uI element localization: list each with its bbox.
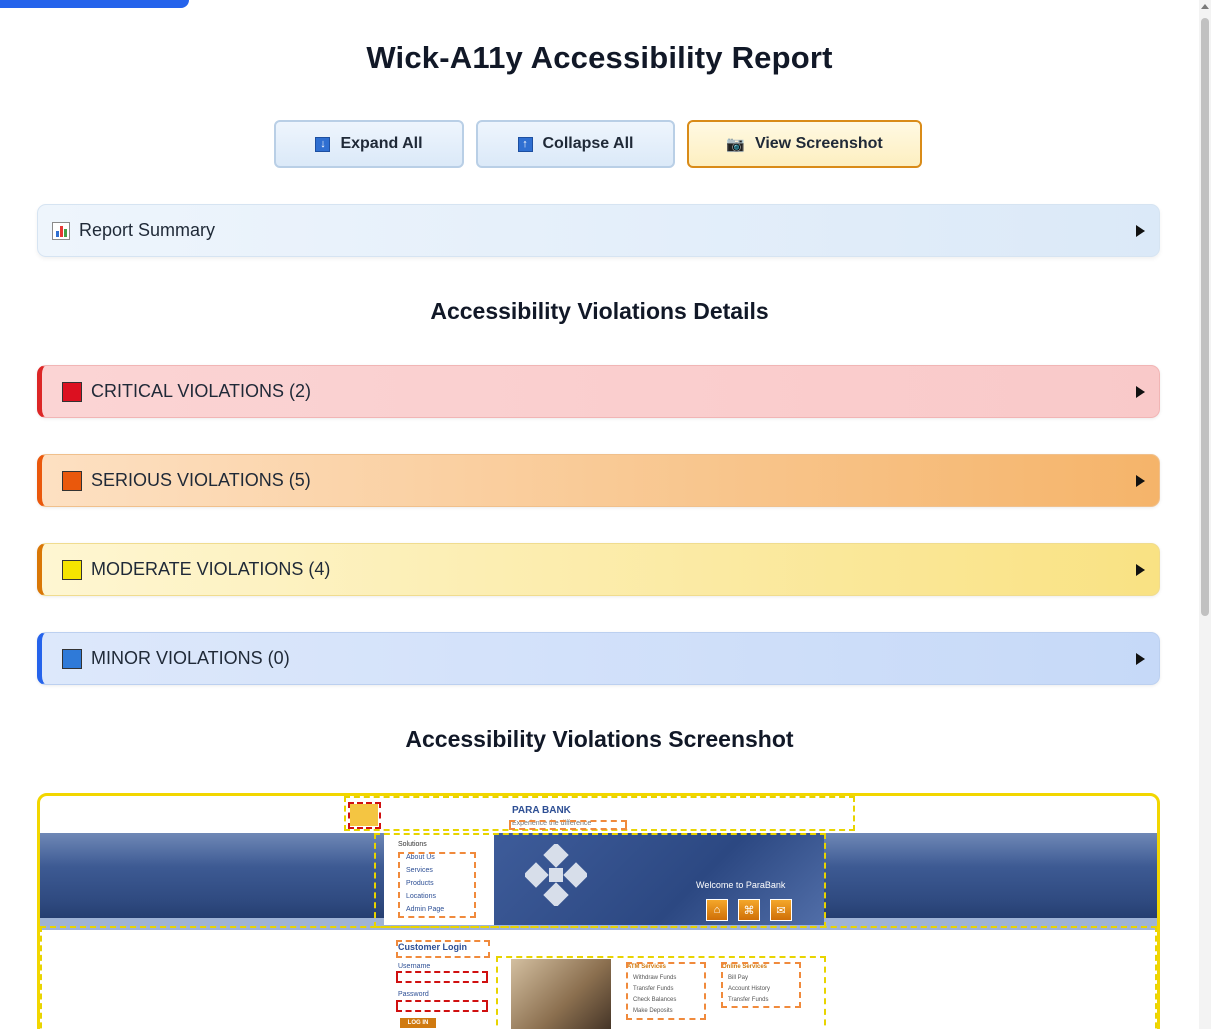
bar-chart-icon	[52, 221, 70, 240]
serious-violations-toggle[interactable]: SERIOUS VIOLATIONS (5)	[37, 454, 1160, 507]
caret-right-icon	[1136, 563, 1145, 576]
moderate-square-icon	[62, 559, 82, 580]
violations-heading: Accessibility Violations Details	[430, 298, 769, 324]
page-title: Wick-A11y Accessibility Report	[366, 40, 833, 75]
serious-violations-label: SERIOUS VIOLATIONS (5)	[91, 470, 311, 490]
arrow-up-icon: ↑	[517, 136, 533, 152]
serious-square-icon	[62, 470, 82, 491]
screenshot-heading: Accessibility Violations Screenshot	[405, 726, 794, 752]
moderate-highlight	[40, 926, 1157, 1029]
view-screenshot-button[interactable]: 📷 View Screenshot	[687, 120, 922, 168]
minor-violations-label: MINOR VIOLATIONS (0)	[91, 648, 290, 668]
scroll-up-icon[interactable]	[1201, 4, 1209, 9]
moderate-violations-label: MODERATE VIOLATIONS (4)	[91, 559, 331, 579]
caret-right-icon	[1136, 652, 1145, 665]
report-summary-label: Report Summary	[79, 220, 216, 240]
bank-name: PARA BANK	[512, 805, 571, 816]
moderate-violations-toggle[interactable]: MODERATE VIOLATIONS (4)	[37, 543, 1160, 596]
caret-right-icon	[1136, 474, 1145, 487]
collapse-all-label: Collapse All	[542, 135, 634, 152]
violations-screenshot: PARA BANK Experience the difference Solu…	[37, 793, 1160, 1029]
arrow-down-icon: ↓	[315, 136, 331, 152]
report-summary-toggle[interactable]: Report Summary	[37, 204, 1160, 257]
caret-right-icon	[1136, 224, 1145, 237]
serious-highlight	[509, 820, 627, 830]
view-screenshot-label: View Screenshot	[754, 135, 883, 152]
minor-violations-toggle[interactable]: MINOR VIOLATIONS (0)	[37, 632, 1160, 685]
critical-square-icon	[62, 381, 82, 402]
caret-right-icon	[1136, 385, 1145, 398]
expand-all-label: Expand All	[340, 135, 423, 152]
camera-icon: 📷	[726, 136, 745, 153]
top-tab[interactable]	[0, 0, 189, 8]
vertical-scrollbar[interactable]	[1199, 0, 1211, 1029]
moderate-highlight	[374, 833, 826, 928]
collapse-all-button[interactable]: ↑ Collapse All	[476, 120, 675, 168]
critical-violations-toggle[interactable]: CRITICAL VIOLATIONS (2)	[37, 365, 1160, 418]
minor-square-icon	[62, 648, 82, 669]
expand-all-button[interactable]: ↓ Expand All	[274, 120, 464, 168]
critical-violations-label: CRITICAL VIOLATIONS (2)	[91, 381, 312, 401]
scrollbar-thumb[interactable]	[1201, 18, 1209, 616]
